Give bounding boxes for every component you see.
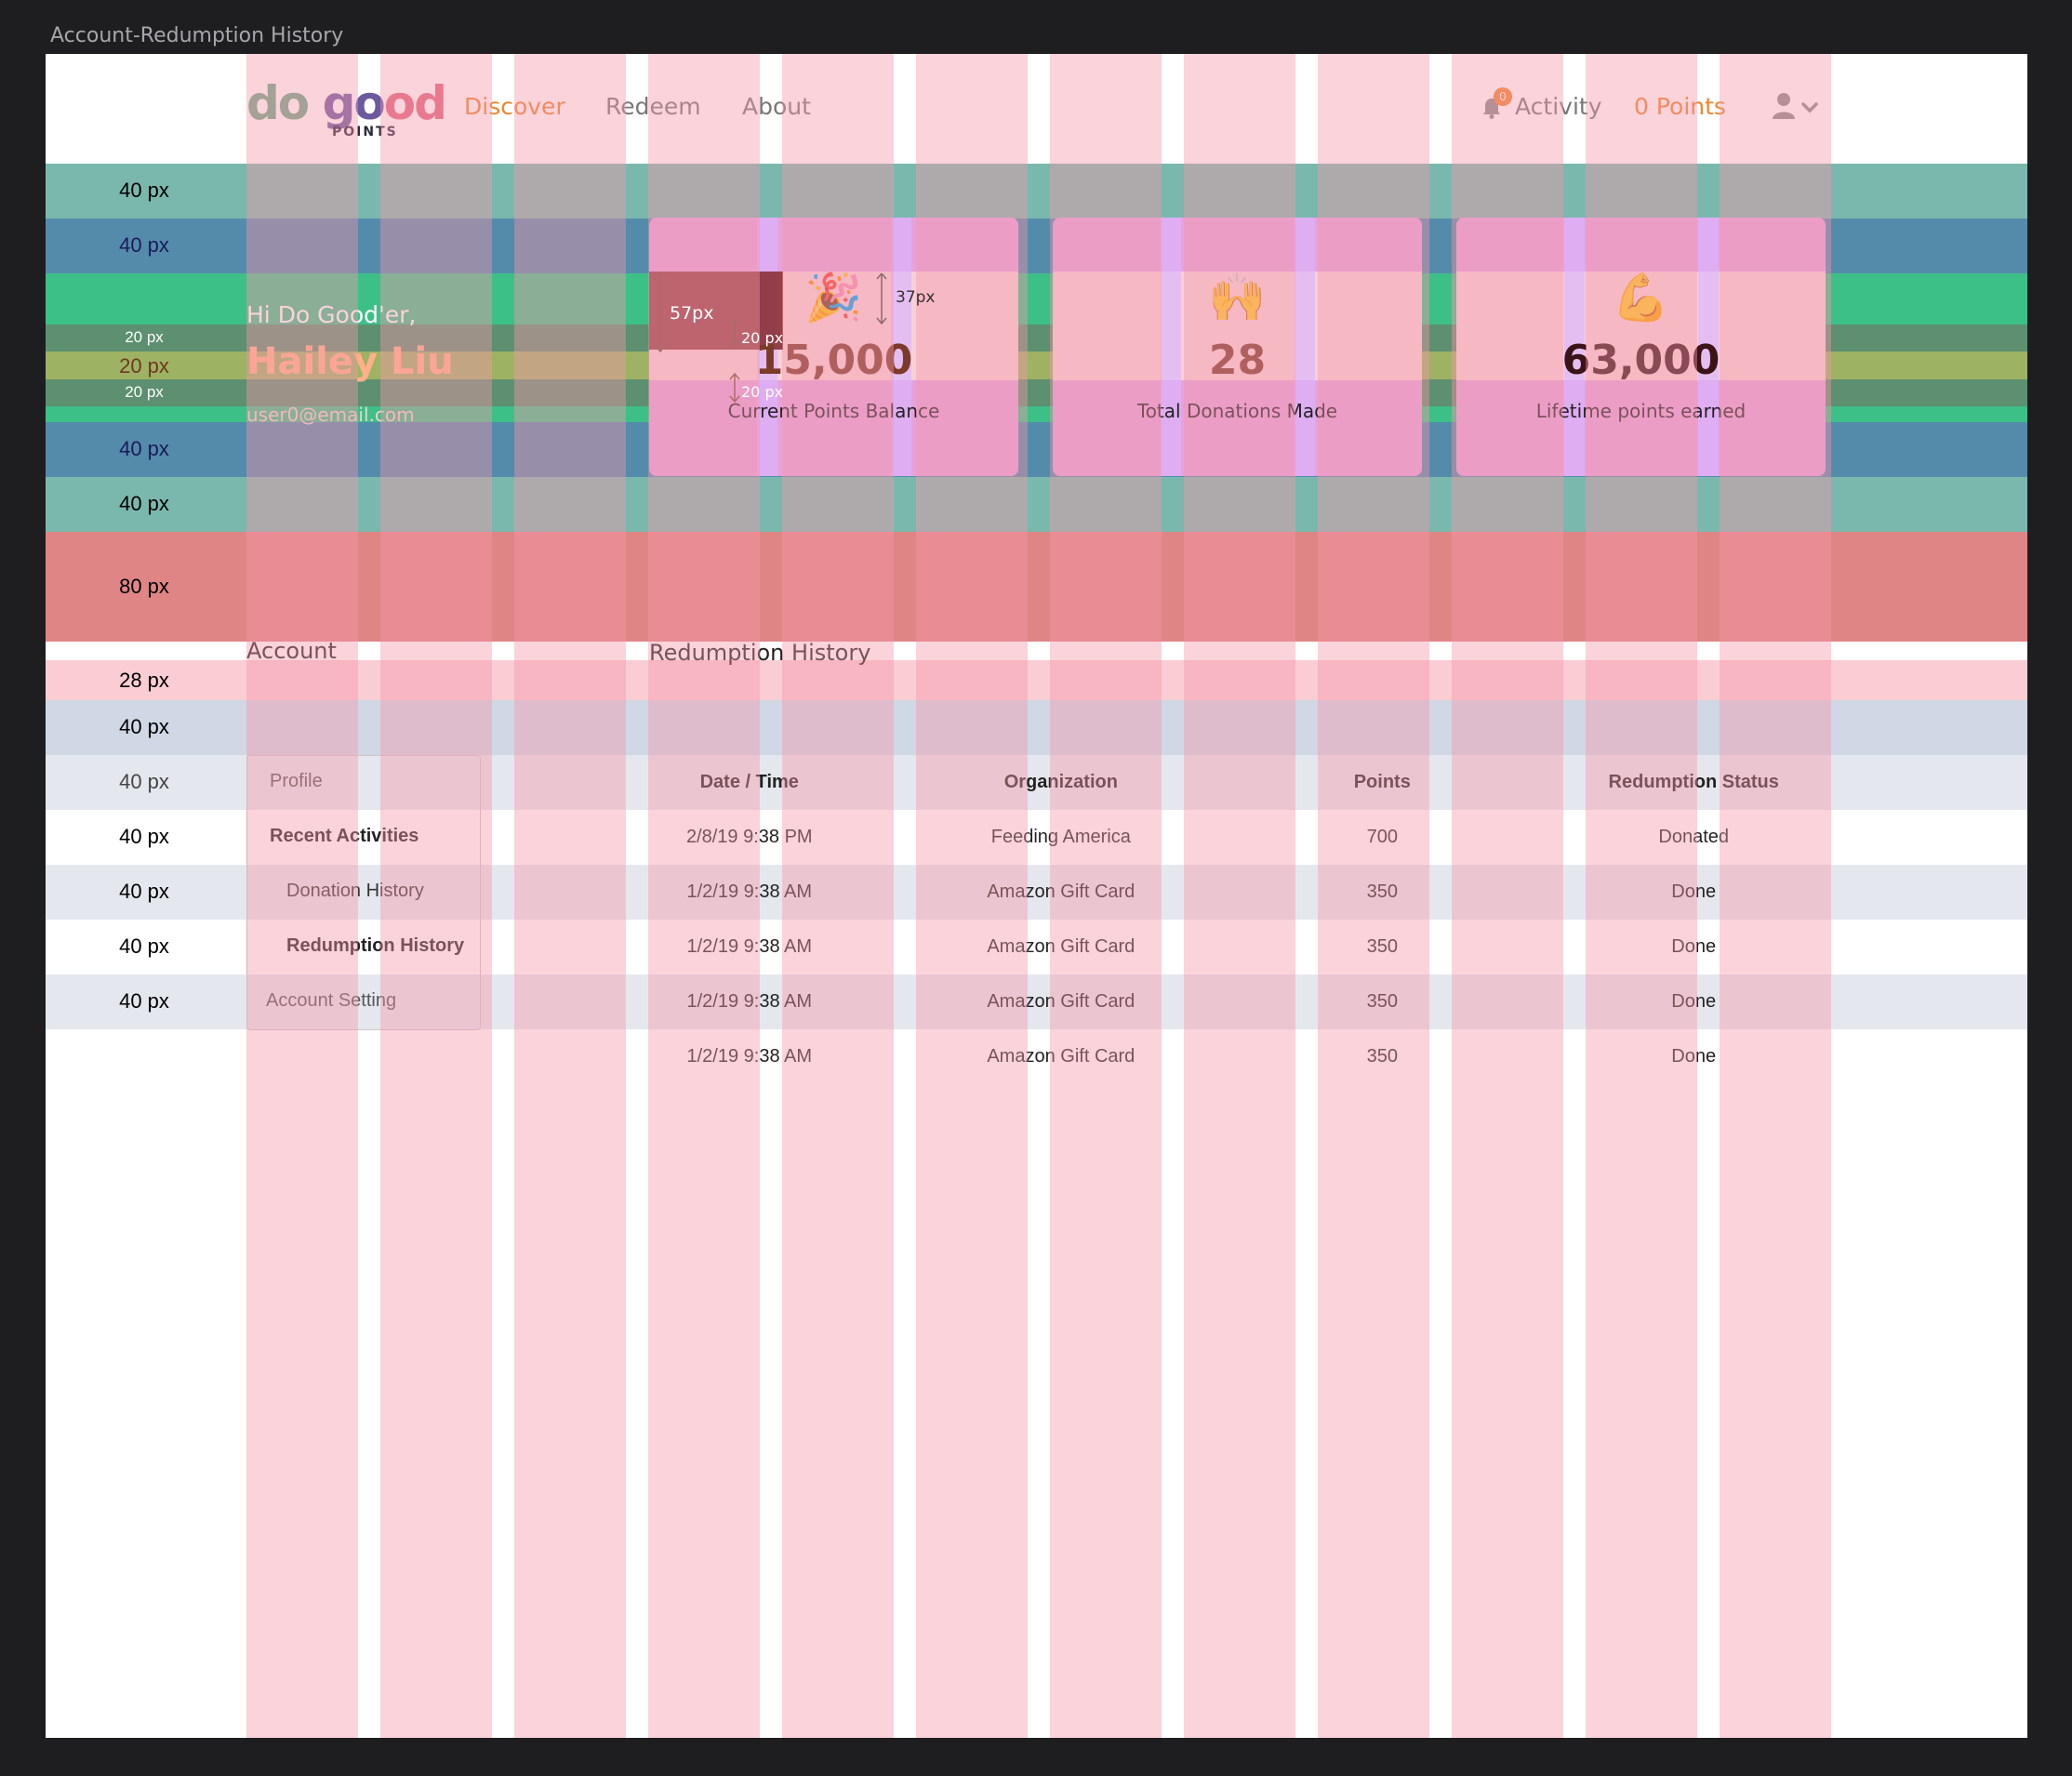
logo-do: do: [246, 76, 310, 130]
cell-points: 700: [1366, 827, 1398, 847]
band-label: 20 px: [119, 354, 169, 378]
band-label: 40 px: [119, 934, 169, 958]
logo-wordmark: do good: [246, 80, 447, 126]
header-status[interactable]: Redumption Status: [1489, 755, 1898, 810]
logo-subtitle: POINTS: [332, 125, 398, 139]
donations-value: 28: [1208, 337, 1267, 384]
cell-date: 2/8/19 9:38 PM: [685, 827, 813, 847]
nav-activity[interactable]: Activity: [1515, 93, 1602, 120]
account-section-label: Account: [246, 638, 337, 664]
band-label: 40 px: [119, 715, 169, 738]
cell-organization: Amazon Gift Card: [987, 991, 1136, 1012]
band-40-gap: 40 px: [46, 700, 2027, 755]
band-40-bottom-2: 40 px: [46, 477, 2027, 532]
cell-date: 1/2/19 9:38 AM: [686, 1046, 813, 1067]
band-label: 40 px: [119, 880, 169, 903]
raised-hands-icon: 🙌: [1208, 271, 1267, 325]
cell-points: 350: [1366, 936, 1398, 957]
header-points[interactable]: Points: [1275, 755, 1489, 810]
stat-card-lifetime-points: 💪 63,000 Lifetime points earned: [1456, 218, 1826, 476]
band-label: 20 px: [125, 383, 164, 401]
logo-go: go: [322, 76, 386, 130]
logo-od: od: [383, 76, 447, 130]
header-organization[interactable]: Organization: [847, 755, 1276, 810]
user-name: Hailey Liu: [246, 340, 454, 383]
notification-badge: 0: [1494, 87, 1512, 106]
logo-space: [308, 76, 322, 130]
cell-points: 350: [1366, 1046, 1398, 1067]
cell-organization: Amazon Gift Card: [987, 1046, 1136, 1067]
redumption-history-table: Date / Time Organization Points Redumpti…: [652, 755, 1898, 1084]
band-label: 40 px: [119, 437, 169, 460]
nav-points[interactable]: 0 Points: [1634, 93, 1726, 120]
cell-date: 1/2/19 9:38 AM: [686, 991, 813, 1012]
cell-status: Done: [1671, 991, 1717, 1012]
account-sidebar: Profile Recent Activities Donation Histo…: [246, 755, 481, 1030]
table-row[interactable]: 1/2/19 9:38 AM Amazon Gift Card 350 Done: [652, 1029, 1898, 1084]
header-date-time[interactable]: Date / Time: [652, 755, 847, 810]
measure-arrows: [655, 273, 887, 404]
user-email: user0@email.com: [246, 404, 415, 426]
flexed-biceps-icon: 💪: [1612, 271, 1670, 325]
band-label: 40 px: [119, 770, 169, 793]
user-menu-icon[interactable]: [1770, 91, 1822, 123]
table-row[interactable]: 1/2/19 9:38 AM Amazon Gift Card 350 Done: [652, 920, 1898, 974]
lifetime-points-label: Lifetime points earned: [1535, 400, 1747, 422]
greeting-text: Hi Do Good'er,: [246, 301, 417, 328]
band-label: 40 px: [119, 179, 169, 202]
cell-organization: Amazon Gift Card: [987, 881, 1136, 902]
cell-status: Donated: [1658, 827, 1730, 847]
table-header-row: Date / Time Organization Points Redumpti…: [652, 755, 1898, 810]
cell-organization: Amazon Gift Card: [987, 936, 1136, 957]
cell-status: Done: [1671, 881, 1717, 902]
cell-organization: Feeding America: [990, 827, 1131, 847]
donations-label: Total Donations Made: [1136, 400, 1338, 422]
sidebar-item-redumption-history[interactable]: Redumption History: [286, 935, 519, 957]
band-label: 40 px: [119, 233, 169, 257]
table-row[interactable]: 1/2/19 9:38 AM Amazon Gift Card 350 Done: [652, 974, 1898, 1029]
sidebar-item-recent-activities[interactable]: Recent Activities: [270, 826, 502, 847]
band-label: 28 px: [119, 669, 169, 692]
table-row[interactable]: 1/2/19 9:38 AM Amazon Gift Card 350 Done: [652, 865, 1898, 920]
band-label: 80 px: [119, 575, 169, 598]
stat-card-donations: 🙌 28 Total Donations Made: [1053, 218, 1422, 476]
nav-about[interactable]: About: [742, 93, 811, 120]
cell-date: 1/2/19 9:38 AM: [686, 881, 813, 902]
page-title: Redumption History: [649, 640, 871, 666]
band-40-top-1: 40 px: [46, 164, 2027, 219]
band-label: 20 px: [125, 328, 164, 346]
cell-status: Done: [1671, 1046, 1717, 1067]
artboard-title: Account-Redumption History: [50, 24, 344, 47]
artboard: 40 px 40 px 20 px 20 px 20 px 40 px 40 p…: [46, 54, 2027, 1738]
table-row[interactable]: 2/8/19 9:38 PM Feeding America 700 Donat…: [652, 810, 1898, 865]
do-good-logo[interactable]: do good POINTS: [246, 80, 447, 139]
cell-points: 350: [1366, 881, 1398, 902]
band-label: 40 px: [119, 492, 169, 515]
sidebar-item-profile[interactable]: Profile: [270, 771, 502, 792]
sidebar-item-donation-history[interactable]: Donation History: [286, 881, 519, 902]
cell-date: 1/2/19 9:38 AM: [686, 936, 813, 957]
sidebar-item-account-setting[interactable]: Account Setting: [266, 990, 498, 1012]
lifetime-points-value: 63,000: [1561, 337, 1720, 384]
band-28: 28 px: [46, 660, 2027, 700]
band-80: 80 px: [46, 532, 2027, 642]
nav-discover[interactable]: Discover: [464, 93, 565, 120]
band-label: 40 px: [119, 989, 169, 1013]
cell-points: 350: [1366, 991, 1398, 1012]
cell-status: Done: [1671, 936, 1717, 957]
nav-redeem[interactable]: Redeem: [605, 93, 701, 120]
band-label: 40 px: [119, 825, 169, 848]
top-nav: do good POINTS Discover Redeem About 0 A…: [46, 54, 2027, 164]
